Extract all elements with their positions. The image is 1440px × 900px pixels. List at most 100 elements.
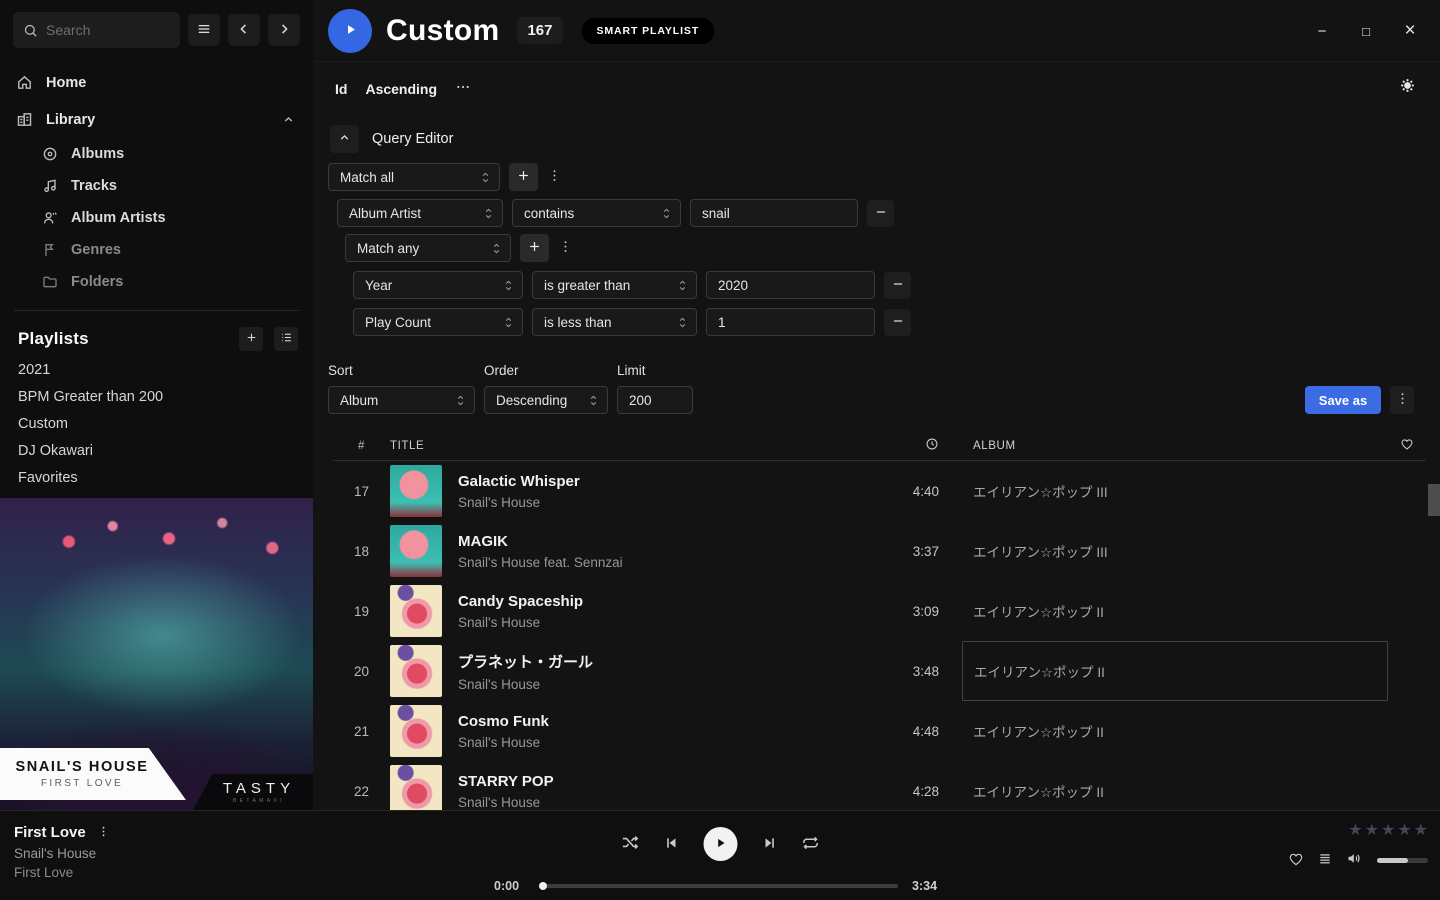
playlist-item[interactable]: 2021: [0, 357, 313, 384]
track-row[interactable]: 21 Cosmo Funk Snail's House 4:48 エイリアン☆ポ…: [333, 701, 1426, 761]
scrollbar-thumb[interactable]: [1428, 484, 1440, 516]
search-box[interactable]: [13, 12, 180, 48]
settings-button[interactable]: [1399, 77, 1416, 97]
add-rule-button[interactable]: [520, 234, 549, 262]
star-icon[interactable]: ★: [1381, 823, 1395, 839]
sidebar-item-genres[interactable]: Genres: [0, 234, 313, 266]
volume-slider[interactable]: [1377, 858, 1428, 863]
star-icon[interactable]: ★: [1365, 823, 1379, 839]
track-album-cell[interactable]: エイリアン☆ポップ II: [939, 581, 1388, 641]
volume-row: [1288, 850, 1428, 870]
progress-slider[interactable]: [540, 884, 898, 888]
progress-handle[interactable]: [539, 882, 547, 890]
rule-field-select[interactable]: Album Artist: [337, 199, 503, 227]
track-duration: 4:28: [878, 784, 939, 799]
add-playlist-button[interactable]: [239, 327, 263, 351]
sidebar-item-library[interactable]: Library: [0, 101, 313, 138]
group-menu-button[interactable]: [547, 168, 562, 186]
limit-input[interactable]: [617, 386, 693, 414]
sort-direction-button[interactable]: Ascending: [365, 81, 437, 97]
playlist-item[interactable]: Favorites: [0, 465, 313, 492]
shuffle-button[interactable]: [621, 833, 640, 855]
sidebar-item-tracks[interactable]: Tracks: [0, 170, 313, 202]
track-row[interactable]: 19 Candy Spaceship Snail's House 3:09 エイ…: [333, 581, 1426, 641]
back-button[interactable]: [228, 14, 260, 46]
menu-button[interactable]: [188, 14, 220, 46]
select-value: Descending: [496, 393, 567, 408]
list-sort-bar: Id Ascending: [335, 79, 1416, 98]
album-thumbnail: [390, 765, 442, 810]
rule-field-select[interactable]: Year: [353, 271, 523, 299]
forward-button[interactable]: [268, 14, 300, 46]
track-row[interactable]: 17 Galactic Whisper Snail's House 4:40 エ…: [333, 461, 1426, 521]
sort-field-button[interactable]: Id: [335, 81, 347, 97]
chevron-up-icon[interactable]: [282, 113, 295, 126]
track-album-cell-focused[interactable]: エイリアン☆ポップ II: [962, 641, 1388, 701]
match-type-select[interactable]: Match any: [345, 234, 511, 262]
star-icon[interactable]: ★: [1348, 823, 1362, 839]
star-icon[interactable]: ★: [1397, 823, 1411, 839]
queue-button[interactable]: [1318, 852, 1332, 869]
folders-icon: [42, 274, 58, 290]
rule-field-select[interactable]: Play Count: [353, 308, 523, 336]
track-album-cell[interactable]: エイリアン☆ポップ II: [939, 761, 1388, 810]
playlist-item[interactable]: BPM Greater than 200: [0, 384, 313, 411]
select-chevrons-icon: [483, 207, 494, 220]
sort-select[interactable]: Album: [328, 386, 475, 414]
next-button[interactable]: [762, 835, 778, 854]
playlist-item[interactable]: DJ Okawari: [0, 438, 313, 465]
previous-button[interactable]: [664, 835, 680, 854]
play-playlist-button[interactable]: [328, 9, 372, 53]
close-button[interactable]: ×: [1388, 0, 1432, 62]
minimize-button[interactable]: −: [1300, 0, 1344, 62]
sidebar-item-album-artists[interactable]: Album Artists: [0, 202, 313, 234]
collapse-query-editor-button[interactable]: [330, 125, 359, 153]
playlist-list-button[interactable]: [274, 327, 298, 351]
repeat-icon: [802, 834, 820, 855]
rule-value-input[interactable]: [706, 308, 875, 336]
favorite-button[interactable]: [1288, 851, 1304, 870]
now-playing-menu-button[interactable]: [97, 825, 110, 841]
track-album-cell[interactable]: エイリアン☆ポップ II: [939, 701, 1388, 761]
sidebar-item-folders[interactable]: Folders: [0, 266, 313, 298]
search-input[interactable]: [46, 22, 170, 38]
track-row[interactable]: 20 プラネット・ガール Snail's House 3:48 エイリアン☆ポッ…: [333, 641, 1426, 701]
smart-playlist-badge: SMART PLAYLIST: [582, 18, 715, 44]
play-pause-button[interactable]: [704, 827, 738, 861]
rule-value-input[interactable]: [690, 199, 858, 227]
volume-button[interactable]: [1346, 850, 1363, 870]
sidebar-item-label: Tracks: [71, 178, 117, 194]
star-icon[interactable]: ★: [1414, 823, 1428, 839]
rule-value-input[interactable]: [706, 271, 875, 299]
track-album-cell[interactable]: エイリアン☆ポップ III: [939, 461, 1388, 521]
remove-rule-button[interactable]: [867, 200, 894, 227]
order-select[interactable]: Descending: [484, 386, 608, 414]
track-text: Cosmo Funk Snail's House: [458, 713, 549, 750]
playlist-item[interactable]: Custom: [0, 411, 313, 438]
track-duration: 3:09: [878, 604, 939, 619]
rule-operator-select[interactable]: is greater than: [532, 271, 697, 299]
sidebar-item-label: Folders: [71, 274, 123, 290]
sidebar-item-albums[interactable]: Albums: [0, 138, 313, 170]
remove-rule-button[interactable]: [884, 309, 911, 336]
sidebar-item-home[interactable]: Home: [0, 64, 313, 101]
more-options-button[interactable]: [455, 79, 471, 98]
track-row[interactable]: 22 STARRY POP Snail's House 4:28 エイリアン☆ポ…: [333, 761, 1426, 810]
track-album-cell[interactable]: エイリアン☆ポップ III: [939, 521, 1388, 581]
remove-rule-button[interactable]: [884, 272, 911, 299]
track-list: 17 Galactic Whisper Snail's House 4:40 エ…: [313, 461, 1440, 810]
maximize-button[interactable]: □: [1344, 0, 1388, 62]
group-menu-button[interactable]: [558, 239, 573, 257]
rule-operator-select[interactable]: is less than: [532, 308, 697, 336]
add-rule-button[interactable]: [509, 163, 538, 191]
match-type-select[interactable]: Match all: [328, 163, 500, 191]
save-menu-button[interactable]: [1390, 386, 1414, 414]
query-sub-group: Match any: [345, 234, 1440, 262]
rule-operator-select[interactable]: contains: [512, 199, 681, 227]
select-value: Match all: [340, 170, 394, 185]
now-playing-artist: Snail's House: [14, 846, 110, 861]
sidebar-item-label: Library: [46, 112, 95, 128]
track-row[interactable]: 18 MAGIK Snail's House feat. Sennzai 3:3…: [333, 521, 1426, 581]
save-as-button[interactable]: Save as: [1305, 386, 1381, 414]
repeat-button[interactable]: [802, 834, 820, 855]
